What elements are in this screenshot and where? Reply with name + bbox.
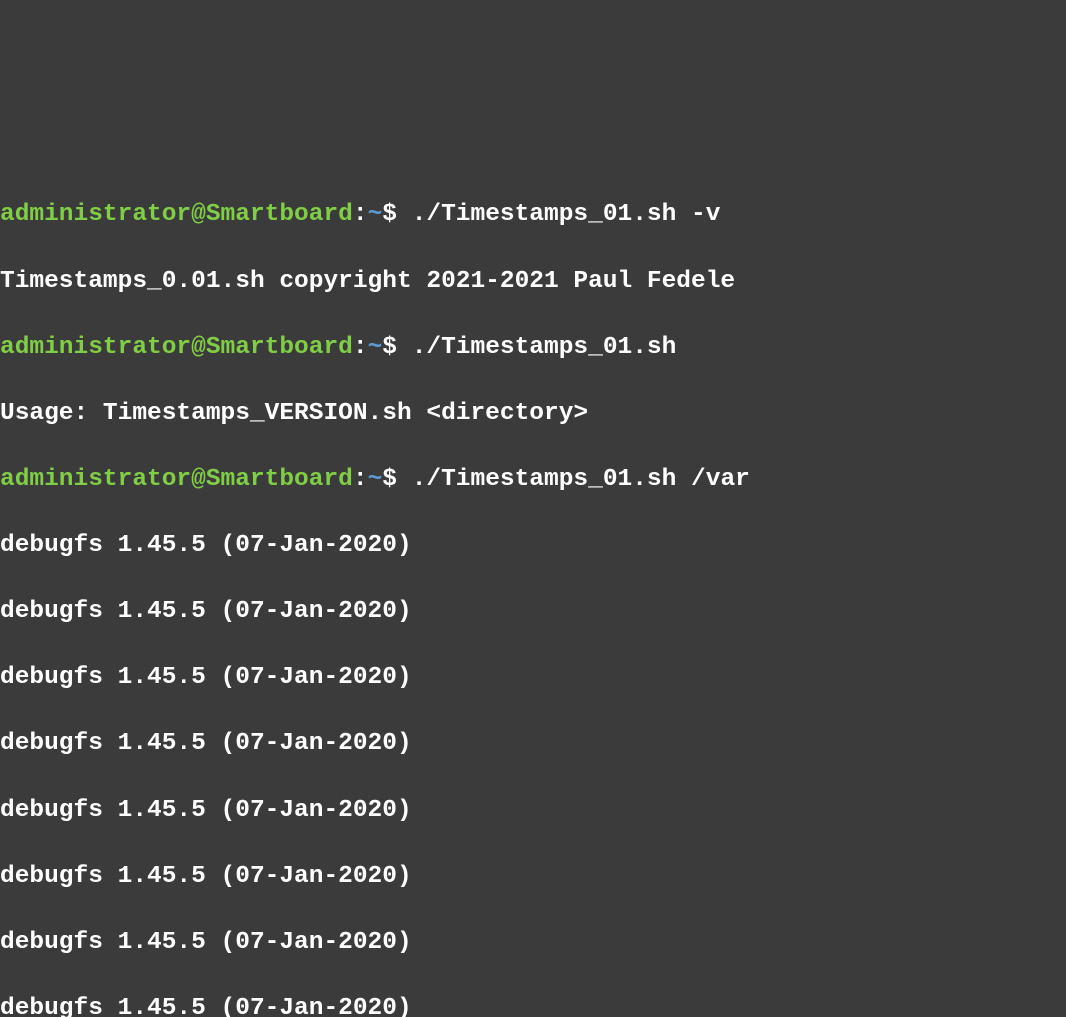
prompt-path: ~ xyxy=(368,334,383,361)
prompt-user: administrator xyxy=(0,466,191,493)
debugfs-line: debugfs 1.45.5 (07-Jan-2020) xyxy=(0,794,1066,827)
prompt-host: Smartboard xyxy=(206,334,353,361)
output-line: Timestamps_0.01.sh copyright 2021-2021 P… xyxy=(0,265,1066,298)
prompt-dollar: $ xyxy=(382,201,411,228)
debugfs-line: debugfs 1.45.5 (07-Jan-2020) xyxy=(0,661,1066,694)
prompt-at: @ xyxy=(191,334,206,361)
debugfs-line: debugfs 1.45.5 (07-Jan-2020) xyxy=(0,860,1066,893)
prompt-path: ~ xyxy=(368,201,383,228)
prompt-path: ~ xyxy=(368,466,383,493)
output-line: Usage: Timestamps_VERSION.sh <directory> xyxy=(0,397,1066,430)
prompt-host: Smartboard xyxy=(206,466,353,493)
prompt-colon: : xyxy=(353,201,368,228)
prompt-at: @ xyxy=(191,466,206,493)
debugfs-line: debugfs 1.45.5 (07-Jan-2020) xyxy=(0,529,1066,562)
command-text: ./Timestamps_01.sh xyxy=(412,334,677,361)
prompt-user: administrator xyxy=(0,201,191,228)
command-text: ./Timestamps_01.sh -v xyxy=(412,201,721,228)
prompt-colon: : xyxy=(353,466,368,493)
debugfs-line: debugfs 1.45.5 (07-Jan-2020) xyxy=(0,595,1066,628)
debugfs-line: debugfs 1.45.5 (07-Jan-2020) xyxy=(0,727,1066,760)
prompt-line-1: administrator@Smartboard:~$ ./Timestamps… xyxy=(0,198,1066,231)
debugfs-line: debugfs 1.45.5 (07-Jan-2020) xyxy=(0,992,1066,1017)
prompt-host: Smartboard xyxy=(206,201,353,228)
prompt-user: administrator xyxy=(0,334,191,361)
debugfs-line: debugfs 1.45.5 (07-Jan-2020) xyxy=(0,926,1066,959)
command-text: ./Timestamps_01.sh /var xyxy=(412,466,750,493)
prompt-colon: : xyxy=(353,334,368,361)
prompt-at: @ xyxy=(191,201,206,228)
terminal[interactable]: administrator@Smartboard:~$ ./Timestamps… xyxy=(0,165,1066,1017)
prompt-dollar: $ xyxy=(382,466,411,493)
prompt-line-3: administrator@Smartboard:~$ ./Timestamps… xyxy=(0,463,1066,496)
prompt-dollar: $ xyxy=(382,334,411,361)
prompt-line-2: administrator@Smartboard:~$ ./Timestamps… xyxy=(0,331,1066,364)
